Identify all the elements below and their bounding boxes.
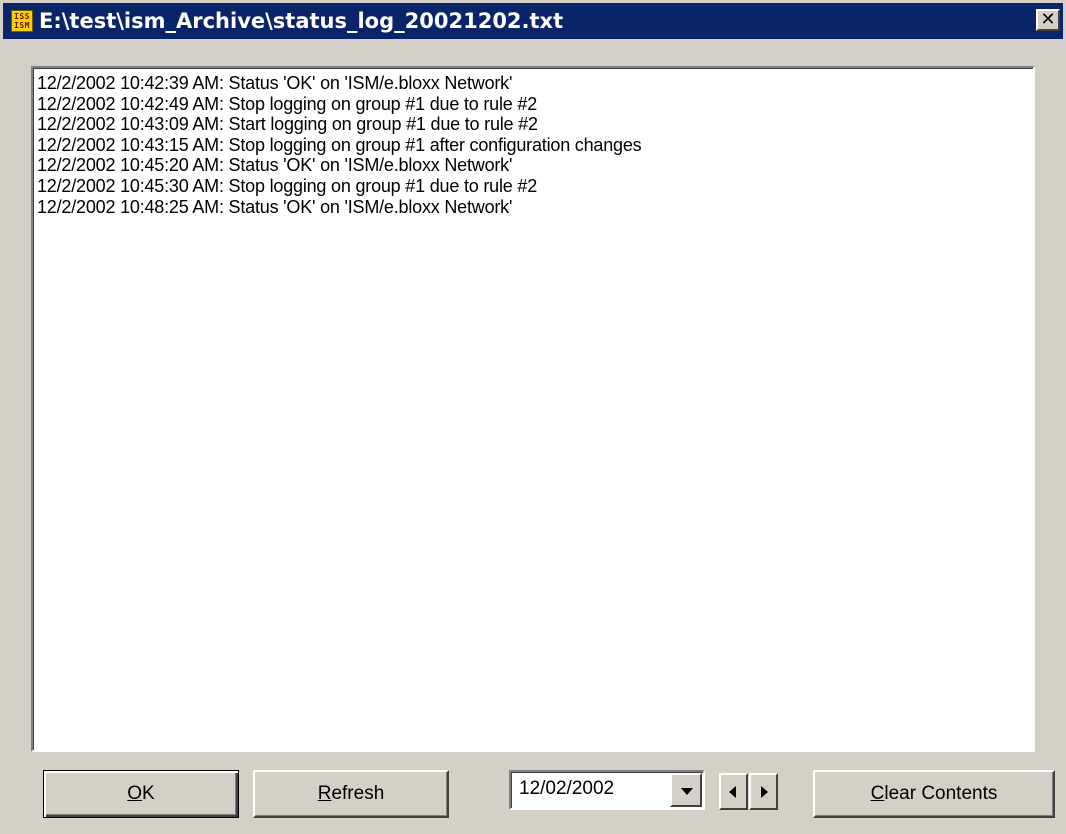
- date-picker-value[interactable]: 12/02/2002: [519, 777, 614, 801]
- window-title: E:\test\ism_Archive\status_log_20021202.…: [39, 9, 564, 33]
- log-line: 12/2/2002 10:43:15 AM: Stop logging on g…: [37, 134, 642, 155]
- log-text-area[interactable]: 12/2/2002 10:42:39 AM: Status 'OK' on 'I…: [31, 66, 1035, 752]
- ok-button-label: K: [142, 783, 155, 804]
- arrow-right-icon: [761, 786, 768, 798]
- arrow-left-icon: [729, 786, 736, 798]
- log-line: 12/2/2002 10:42:49 AM: Stop logging on g…: [37, 93, 538, 114]
- clear-button-mnemonic: C: [870, 783, 885, 804]
- close-button[interactable]: ✕: [1036, 9, 1060, 31]
- ok-button[interactable]: OK: [43, 770, 239, 818]
- log-line: 12/2/2002 10:43:09 AM: Start logging on …: [37, 114, 538, 135]
- date-dropdown-button[interactable]: [670, 773, 702, 807]
- log-line: 12/2/2002 10:45:20 AM: Status 'OK' on 'I…: [37, 155, 513, 176]
- log-viewer-window: ISS ISM E:\test\ism_Archive\status_log_20…: [0, 0, 1066, 834]
- next-date-button[interactable]: [749, 773, 778, 810]
- app-icon: ISS ISM: [11, 10, 33, 32]
- refresh-button[interactable]: Refresh: [253, 770, 449, 818]
- title-bar[interactable]: ISS ISM E:\test\ism_Archive\status_log_20…: [3, 3, 1063, 39]
- ok-button-mnemonic: O: [127, 783, 143, 804]
- log-line: 12/2/2002 10:42:39 AM: Status 'OK' on 'I…: [37, 73, 513, 93]
- log-line: 12/2/2002 10:45:30 AM: Stop logging on g…: [37, 175, 538, 196]
- previous-date-button[interactable]: [719, 773, 748, 810]
- refresh-button-mnemonic: R: [317, 783, 332, 804]
- refresh-button-label: efresh: [331, 783, 385, 804]
- clear-contents-button[interactable]: Clear Contents: [813, 770, 1055, 818]
- close-icon: ✕: [1040, 9, 1056, 30]
- chevron-down-icon: [681, 788, 693, 795]
- clear-button-label: lear Contents: [884, 783, 998, 804]
- log-line: 12/2/2002 10:48:25 AM: Status 'OK' on 'I…: [37, 196, 513, 217]
- date-picker[interactable]: 12/02/2002: [509, 770, 705, 810]
